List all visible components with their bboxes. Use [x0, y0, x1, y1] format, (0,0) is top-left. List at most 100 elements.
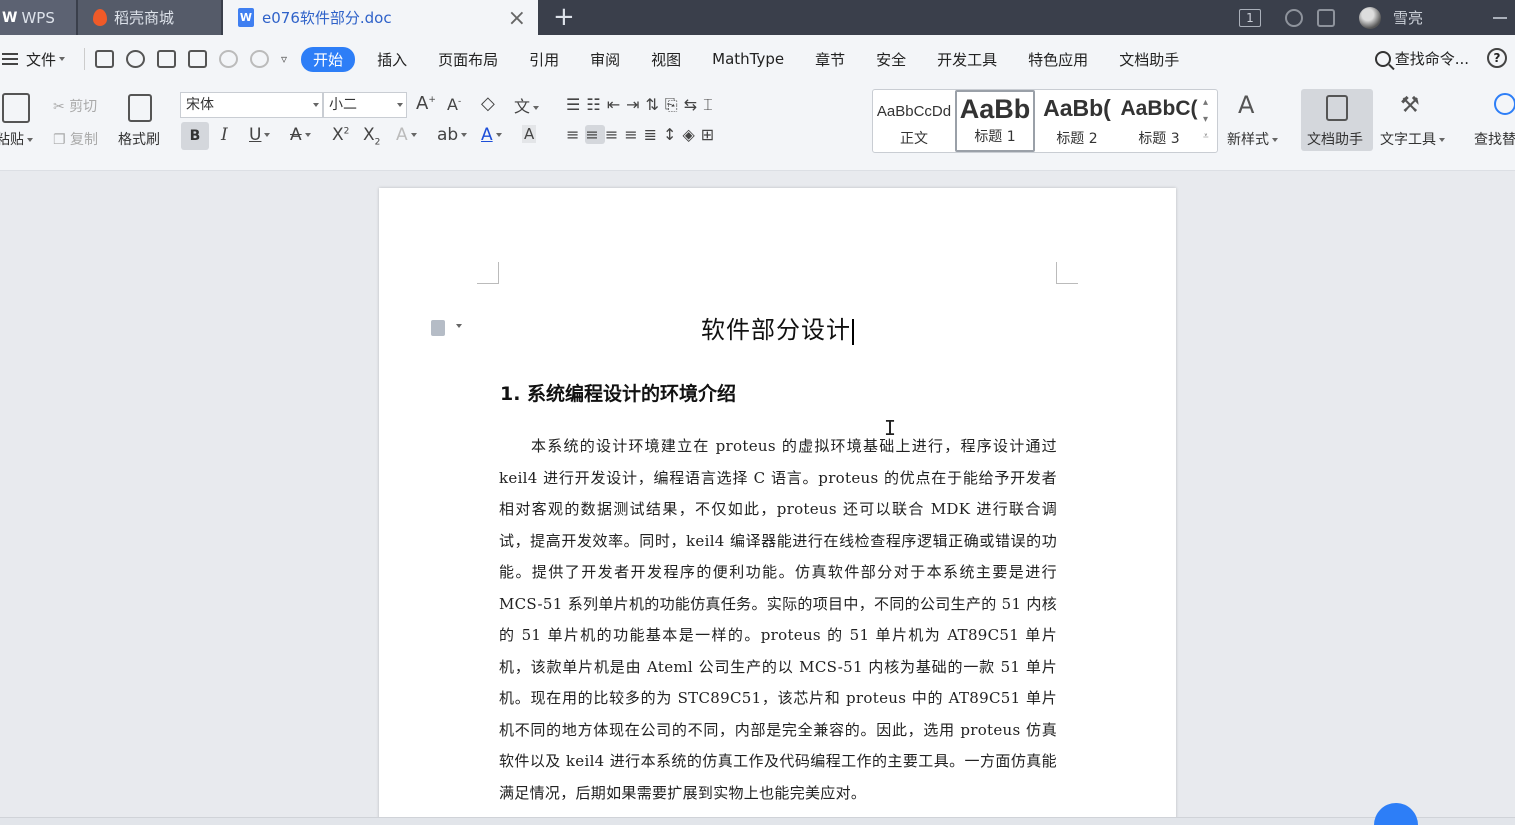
- find-replace-label[interactable]: 查找替: [1474, 129, 1515, 149]
- menu-tab-page-layout[interactable]: 页面布局: [438, 49, 498, 70]
- italic-icon[interactable]: I: [221, 125, 228, 145]
- title-tab-bar: W WPS 稻壳商城 W e076软件部分.doc × + 1 雪亮: [0, 0, 1515, 35]
- save-icon[interactable]: [95, 50, 115, 68]
- sort-icon[interactable]: ⇆: [684, 95, 703, 114]
- chevron-down-icon: [410, 133, 417, 137]
- strikethrough-icon[interactable]: A: [290, 125, 311, 145]
- paste-label: 粘贴: [0, 132, 24, 148]
- subscript-icon[interactable]: X2: [363, 125, 380, 147]
- clear-format-icon[interactable]: ◇: [481, 93, 495, 114]
- new-tab-button[interactable]: +: [553, 2, 575, 32]
- wrench-icon[interactable]: ⚒: [1400, 93, 1420, 118]
- style-heading-1[interactable]: AaBb 标题 1: [955, 90, 1035, 152]
- command-search[interactable]: 查找命令...: [1374, 48, 1469, 69]
- new-style-button[interactable]: 新样式: [1227, 129, 1278, 149]
- decrease-indent-icon[interactable]: ⇤: [607, 95, 626, 114]
- menu-tab-developer[interactable]: 开发工具: [937, 49, 997, 70]
- align-left-icon[interactable]: ≡: [566, 125, 585, 144]
- expand-styles-icon[interactable]: ⩡: [1203, 128, 1209, 145]
- scroll-down-icon[interactable]: ▾: [1203, 111, 1209, 128]
- doc-helper-button[interactable]: 文档助手: [1301, 89, 1373, 151]
- find-icon[interactable]: [1494, 93, 1515, 115]
- username[interactable]: 雪亮: [1393, 7, 1423, 28]
- scissors-icon: ✂: [53, 99, 65, 115]
- shading-icon[interactable]: ◈: [682, 125, 700, 144]
- chinese-layout-icon[interactable]: ⎘: [665, 95, 684, 114]
- format-painter-icon[interactable]: [128, 94, 152, 122]
- highlight-icon[interactable]: ab: [437, 125, 468, 145]
- styles-scroll[interactable]: ▴ ▾ ⩡: [1203, 94, 1209, 145]
- menu-tab-start[interactable]: 开始: [301, 46, 356, 72]
- font-name-select[interactable]: 宋体: [180, 92, 323, 118]
- decrease-font-size-icon[interactable]: A-: [447, 95, 461, 114]
- minimize-icon[interactable]: [1493, 16, 1507, 19]
- increase-indent-icon[interactable]: ⇥: [626, 95, 645, 114]
- char-shading-icon[interactable]: A: [522, 125, 537, 143]
- line-spacing-icon[interactable]: ↕: [663, 125, 682, 144]
- window-count-badge[interactable]: 1: [1238, 8, 1261, 27]
- help-icon[interactable]: ?: [1487, 48, 1507, 68]
- body-paragraph[interactable]: 本系统的设计环境建立在 proteus 的虚拟环境基础上进行，程序设计通过 ke…: [499, 431, 1057, 809]
- menu-tab-view[interactable]: 视图: [651, 49, 681, 70]
- menu-tab-chapter[interactable]: 章节: [815, 49, 845, 70]
- redo-icon[interactable]: [250, 50, 270, 68]
- tab-wps-home[interactable]: W WPS: [0, 0, 76, 35]
- show-marks-icon[interactable]: ⌶: [703, 95, 719, 114]
- align-right-icon[interactable]: ≡: [605, 125, 624, 144]
- status-bar: [0, 817, 1515, 825]
- menu-tab-references[interactable]: 引用: [529, 49, 559, 70]
- document-page[interactable]: 软件部分设计 1. 系统编程设计的环境介绍 本系统的设计环境建立在 proteu…: [379, 188, 1176, 825]
- font-color-icon[interactable]: A: [481, 125, 502, 145]
- format-painter-label[interactable]: 格式刷: [118, 129, 160, 149]
- superscript-icon[interactable]: X2: [332, 125, 349, 145]
- text-tools-button[interactable]: 文字工具: [1380, 129, 1445, 149]
- font-size-select[interactable]: 小二: [323, 92, 407, 118]
- menu-tab-security[interactable]: 安全: [876, 49, 906, 70]
- style-heading-3[interactable]: AaBbC( 标题 3: [1119, 90, 1199, 152]
- bullet-list-icon[interactable]: ☰: [566, 95, 586, 114]
- copy-button[interactable]: ❐ 复制: [53, 129, 98, 149]
- text-effect-icon[interactable]: A: [396, 125, 417, 145]
- output-pdf-icon[interactable]: [126, 50, 146, 68]
- borders-icon[interactable]: ⊞: [701, 125, 720, 144]
- align-center-icon[interactable]: ≡: [585, 125, 605, 144]
- style-normal[interactable]: AaBbCcDd 正文: [875, 90, 953, 152]
- numbered-list-icon[interactable]: ☷: [586, 95, 606, 114]
- paste-icon[interactable]: [2, 93, 30, 123]
- paste-button[interactable]: 粘贴: [0, 129, 33, 149]
- new-style-icon[interactable]: A: [1238, 91, 1254, 119]
- undo-icon[interactable]: [219, 50, 239, 68]
- heading-1[interactable]: 1. 系统编程设计的环境介绍: [500, 379, 736, 406]
- justify-icon[interactable]: ≡: [624, 125, 643, 144]
- file-menu-button[interactable]: 文件: [2, 49, 66, 70]
- chevron-down-icon: [27, 138, 33, 142]
- menu-tab-special[interactable]: 特色应用: [1028, 49, 1088, 70]
- menu-tab-mathtype[interactable]: MathType: [712, 50, 784, 68]
- distribute-icon[interactable]: ≣: [644, 125, 663, 144]
- bold-icon[interactable]: B: [181, 122, 209, 150]
- file-menu-label: 文件: [26, 50, 57, 69]
- scroll-up-icon[interactable]: ▴: [1203, 94, 1209, 111]
- phonetic-guide-icon[interactable]: 文: [514, 93, 540, 117]
- increase-font-size-icon[interactable]: A+: [416, 93, 436, 114]
- avatar[interactable]: [1358, 6, 1381, 29]
- underline-icon[interactable]: U: [249, 125, 271, 145]
- tab-document[interactable]: W e076软件部分.doc ×: [223, 0, 538, 35]
- close-tab-icon[interactable]: ×: [508, 6, 526, 31]
- tab-docer-store[interactable]: 稻壳商城: [78, 0, 221, 35]
- document-title[interactable]: 软件部分设计: [379, 310, 1176, 345]
- chevron-down-icon: [495, 133, 502, 137]
- menu-tab-insert[interactable]: 插入: [377, 49, 407, 70]
- cut-button[interactable]: ✂ 剪切: [53, 96, 97, 116]
- menu-tab-doc-helper[interactable]: 文档助手: [1119, 49, 1179, 70]
- floating-assistant-button[interactable]: [1374, 803, 1418, 825]
- print-icon[interactable]: [157, 50, 177, 68]
- print-preview-icon[interactable]: [188, 50, 208, 68]
- copy-label: 复制: [70, 132, 99, 148]
- menu-tab-review[interactable]: 审阅: [590, 49, 620, 70]
- sync-icon[interactable]: [1284, 8, 1303, 27]
- customize-quick-access-icon[interactable]: ▿: [281, 52, 287, 66]
- share-icon[interactable]: [1316, 8, 1335, 27]
- style-heading-2[interactable]: AaBb( 标题 2: [1037, 90, 1117, 152]
- text-direction-icon[interactable]: ⇅: [646, 95, 665, 114]
